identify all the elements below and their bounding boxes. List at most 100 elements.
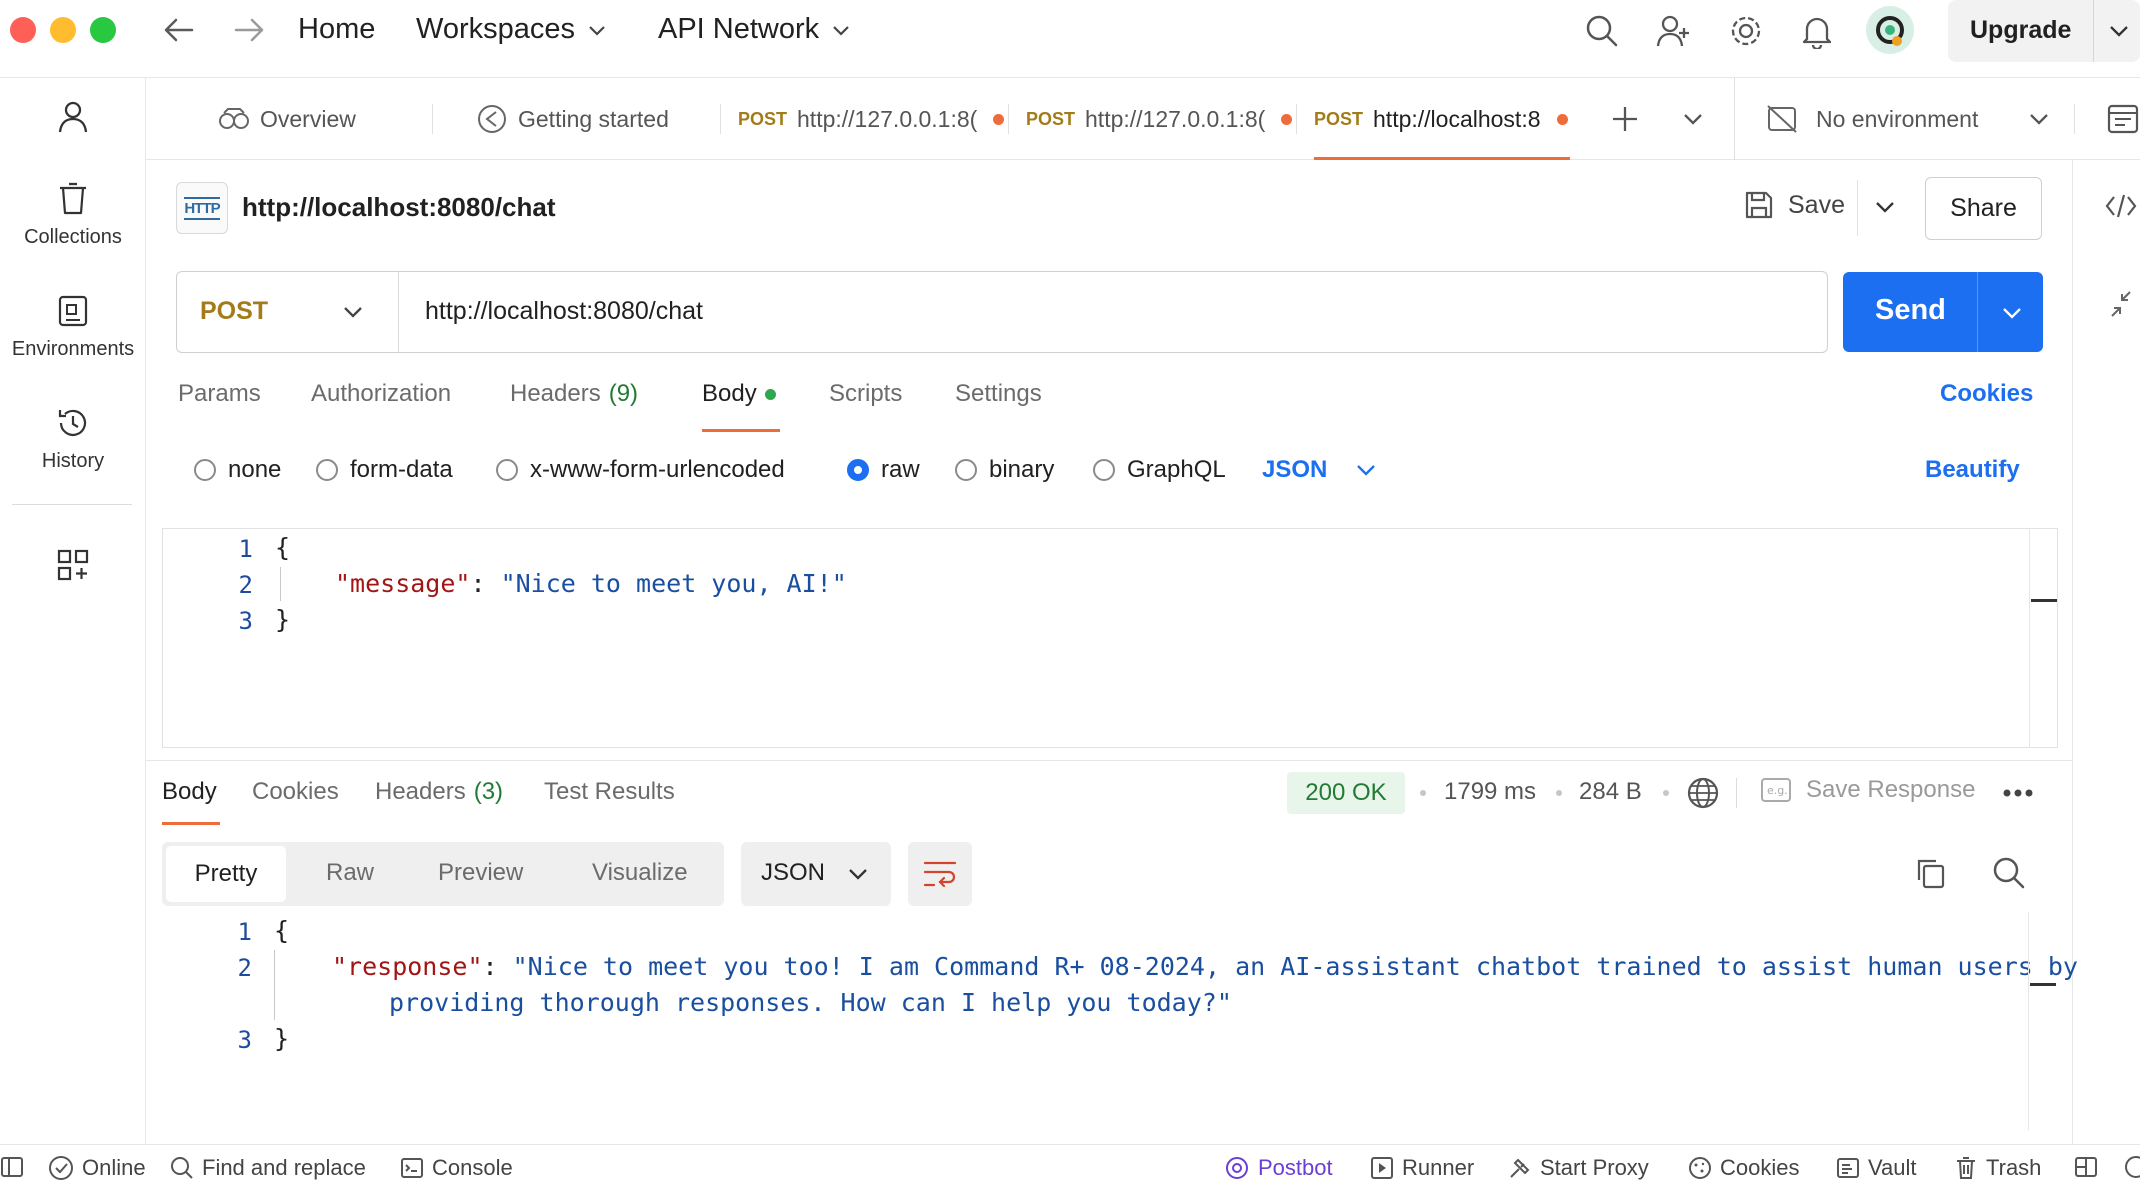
share-button[interactable]: Share [1925, 177, 2042, 240]
view-mode-preview[interactable]: Preview [438, 859, 523, 887]
postbot-button[interactable]: Postbot [1224, 1155, 1333, 1181]
editor-minimap [2029, 529, 2030, 747]
find-replace-button[interactable]: Find and replace [170, 1155, 366, 1181]
radio-none[interactable]: none [194, 456, 281, 484]
globe-icon[interactable] [1686, 776, 1720, 810]
send-button[interactable]: Send [1843, 272, 2043, 352]
response-format-selector[interactable]: JSON [741, 842, 891, 906]
new-tab-plus-icon[interactable] [1610, 104, 1640, 134]
radio-raw[interactable]: raw [847, 456, 920, 484]
nav-workspaces[interactable]: Workspaces [416, 13, 607, 46]
runner-button[interactable]: Runner [1370, 1155, 1474, 1181]
search-response-icon[interactable] [1992, 856, 2026, 890]
online-status[interactable]: Online [48, 1155, 146, 1181]
line-number: 2 [238, 571, 253, 599]
beautify-link[interactable]: Beautify [1925, 456, 2020, 484]
console-button[interactable]: Console [400, 1155, 513, 1181]
sidebar-item-configure[interactable] [0, 548, 146, 582]
postbot-icon [1226, 1157, 1248, 1179]
vault-button[interactable]: Vault [1836, 1155, 1917, 1181]
radio-x-www-form-urlencoded[interactable]: x-www-form-urlencoded [496, 456, 785, 484]
search-icon[interactable] [1585, 14, 1619, 48]
chevron-down-icon[interactable] [2108, 24, 2130, 38]
tab-request-2[interactable]: POST http://127.0.0.1:8( [1026, 78, 1293, 160]
help-icon[interactable] [2124, 1155, 2140, 1179]
gear-icon[interactable] [1728, 13, 1764, 49]
response-body-viewer[interactable]: 1 { 2 "response": "Nice to meet you too!… [162, 912, 2078, 1130]
sidebar-item-history[interactable]: History [0, 406, 146, 473]
radio-label: x-www-form-urlencoded [530, 456, 785, 483]
tab-scripts[interactable]: Scripts [829, 380, 902, 408]
tab-params[interactable]: Params [178, 380, 261, 408]
radio-binary[interactable]: binary [955, 456, 1054, 484]
bell-icon[interactable] [1800, 13, 1834, 49]
copy-icon[interactable] [1914, 856, 1946, 890]
collapse-panel-icon[interactable] [2108, 290, 2134, 318]
environment-quick-look-icon[interactable] [2106, 102, 2140, 136]
response-time[interactable]: 1799 ms [1444, 778, 1536, 806]
tab-method: POST [1314, 108, 1364, 129]
minimize-window-button[interactable] [50, 17, 76, 43]
response-size[interactable]: 284 B [1579, 778, 1642, 806]
body-format-selector[interactable]: JSON [1262, 456, 1377, 484]
tab-authorization[interactable]: Authorization [311, 380, 451, 408]
code-line: "response": "Nice to meet you too! I am … [332, 952, 2078, 981]
forward-arrow-icon[interactable] [232, 16, 266, 44]
tab-body[interactable]: Body [702, 380, 776, 408]
view-mode-pretty[interactable]: Pretty [166, 846, 286, 902]
sidebar-item-collections[interactable]: Collections [0, 182, 146, 249]
close-window-button[interactable] [10, 17, 36, 43]
url-input[interactable]: http://localhost:8080/chat [425, 297, 703, 326]
nav-home[interactable]: Home [298, 13, 375, 46]
radio-label: GraphQL [1127, 456, 1226, 483]
line-number: 3 [238, 607, 253, 635]
back-arrow-icon[interactable] [162, 16, 196, 44]
maximize-window-button[interactable] [90, 17, 116, 43]
save-divider [1857, 180, 1858, 236]
response-tab-body[interactable]: Body [162, 778, 217, 806]
avatar[interactable] [1866, 6, 1914, 54]
sidebar-item-environments[interactable]: Environments [0, 294, 146, 361]
method-selector[interactable]: POST [177, 272, 399, 352]
save-response-button[interactable]: e.g. Save Response [1760, 776, 1975, 804]
response-tab-headers[interactable]: Headers (3) [375, 778, 503, 806]
postbot-label: Postbot [1258, 1155, 1333, 1180]
more-options-icon[interactable] [2002, 788, 2034, 798]
status-badge[interactable]: 200 OK [1287, 772, 1405, 814]
tab-request-1[interactable]: POST http://127.0.0.1:8( [738, 78, 1005, 160]
json-value: "Nice to meet you too! I am Command R+ 0… [512, 952, 2078, 981]
response-tab-test-results[interactable]: Test Results [544, 778, 675, 806]
pane-splitter[interactable] [146, 760, 2072, 761]
invite-user-icon[interactable] [1656, 14, 1692, 48]
radio-label: form-data [350, 456, 453, 483]
toggle-sidebar-icon[interactable] [0, 1155, 24, 1179]
upgrade-button[interactable]: Upgrade [1948, 0, 2140, 62]
code-snippet-icon[interactable] [2104, 192, 2138, 220]
cookies-link[interactable]: Cookies [1940, 380, 2033, 408]
save-button[interactable]: Save [1744, 190, 1845, 220]
wrap-lines-button[interactable] [908, 842, 972, 906]
tab-settings[interactable]: Settings [955, 380, 1042, 408]
tab-getting-started[interactable]: Getting started [476, 78, 669, 160]
tabs-overflow-chevron-icon[interactable] [1682, 112, 1704, 126]
tab-headers[interactable]: Headers (9) [510, 380, 638, 408]
tab-overview[interactable]: Overview [218, 78, 356, 160]
save-options-chevron-icon[interactable] [1874, 200, 1896, 214]
radio-graphql[interactable]: GraphQL [1093, 456, 1226, 484]
request-title[interactable]: http://localhost:8080/chat [242, 192, 556, 223]
meta-separator-dot [1556, 790, 1562, 796]
sidebar-item-account[interactable] [0, 100, 146, 134]
view-mode-raw[interactable]: Raw [326, 859, 374, 887]
start-proxy-button[interactable]: Start Proxy [1508, 1155, 1649, 1181]
environment-selector[interactable]: No environment [1766, 78, 2050, 160]
request-body-editor[interactable]: 1 { 2 "message": "Nice to meet you, AI!"… [162, 528, 2058, 748]
nav-api-network[interactable]: API Network [658, 13, 851, 46]
view-mode-visualize[interactable]: Visualize [592, 859, 688, 887]
trash-button[interactable]: Trash [1954, 1155, 2041, 1181]
response-tab-cookies[interactable]: Cookies [252, 778, 339, 806]
tab-request-3-active[interactable]: POST http://localhost:8 [1314, 78, 1568, 160]
cookies-button[interactable]: Cookies [1688, 1155, 1799, 1181]
chevron-down-icon[interactable] [2001, 306, 2023, 320]
two-pane-layout-icon[interactable] [2074, 1155, 2098, 1179]
radio-form-data[interactable]: form-data [316, 456, 453, 484]
